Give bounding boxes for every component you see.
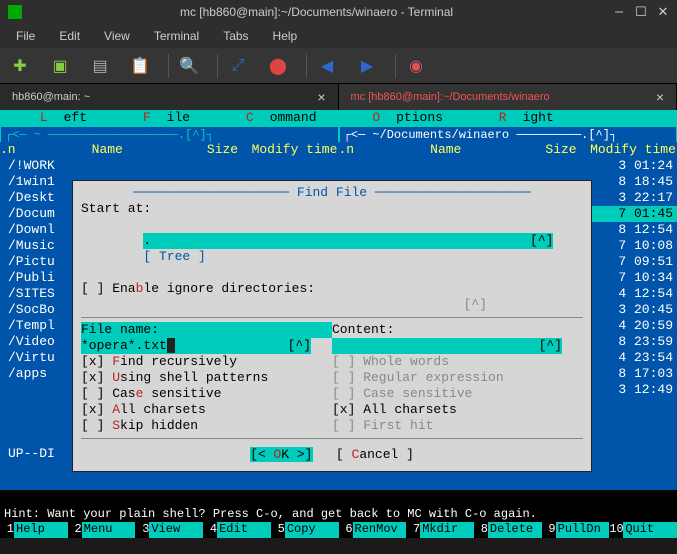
filename-label: File name: xyxy=(81,322,332,338)
cancel-button[interactable]: [ Cancel ] xyxy=(336,447,414,462)
content-label: Content: xyxy=(332,322,583,338)
tree-button[interactable]: [ Tree ] xyxy=(143,249,205,264)
mc-menu-left[interactable]: Left xyxy=(0,110,103,126)
opt-regex[interactable]: [ ] Regular expression xyxy=(332,370,583,386)
menu-edit[interactable]: Edit xyxy=(47,29,92,43)
fkey-renmov[interactable]: 6RenMov xyxy=(339,522,407,538)
toolbar: ✚ ▣ ▤ 📋 🔍 ⤢ ⬤ ◀ ▶ ◉ xyxy=(0,48,677,84)
mc-menu-options[interactable]: Options xyxy=(333,110,459,126)
mc-menubar: Left File Command Options Right xyxy=(0,110,677,126)
mc-left-path: ┌<─ ~ ──────────────────.[^]┐ xyxy=(0,126,339,142)
copy-icon[interactable]: ▤ xyxy=(88,54,112,78)
fkey-menu[interactable]: 2Menu xyxy=(68,522,136,538)
fkey-view[interactable]: 3View xyxy=(135,522,203,538)
fkey-copy[interactable]: 5Copy xyxy=(271,522,339,538)
terminal-icon xyxy=(8,5,22,19)
maximize-button[interactable]: ☐ xyxy=(635,6,647,18)
opt-skip-hidden[interactable]: [ ] Skip hidden xyxy=(81,418,332,434)
col-size[interactable]: Size xyxy=(195,142,251,158)
new-window-icon[interactable]: ▣ xyxy=(48,54,72,78)
fkey-pulldn[interactable]: 9PullDn xyxy=(542,522,610,538)
opt-case-sensitive2[interactable]: [ ] Case sensitive xyxy=(332,386,583,402)
find-file-dialog: ──────────────────── Find File ─────────… xyxy=(72,180,592,472)
fkey-delete[interactable]: 8Delete xyxy=(474,522,542,538)
mc-menu-command[interactable]: Command xyxy=(206,110,332,126)
mc-right-path: ┌<─ ~/Documents/winaero ─────────.[^]┐ xyxy=(339,126,677,142)
menu-tabs[interactable]: Tabs xyxy=(211,29,260,43)
mc-path-row: ┌<─ ~ ──────────────────.[^]┐ ┌<─ ~/Docu… xyxy=(0,126,677,142)
fkey-help[interactable]: 1Help xyxy=(0,522,68,538)
lock-icon[interactable]: ⬤ xyxy=(266,54,290,78)
help-icon[interactable]: ◉ xyxy=(404,54,428,78)
fkey-edit[interactable]: 4Edit xyxy=(203,522,271,538)
fkey-quit[interactable]: 10Quit xyxy=(609,522,677,538)
hint-line: Hint: Want your plain shell? Press C-o, … xyxy=(0,490,677,522)
mc-column-headers: .n Name Size Modify time .n Name Size Mo… xyxy=(0,142,677,158)
tab-label: mc [hb860@main]:~/Documents/winaero xyxy=(351,91,550,103)
col-time[interactable]: Modify time xyxy=(589,142,677,158)
col-flag: .n xyxy=(0,142,20,158)
tab-label: hb860@main: ~ xyxy=(12,91,90,103)
opt-all-charsets[interactable]: [x] All charsets xyxy=(81,402,332,418)
filename-input[interactable]: *opera*.txt [^] xyxy=(81,338,311,354)
content-input[interactable]: [^] xyxy=(332,338,562,354)
window-titlebar: mc [hb860@main]:~/Documents/winaero - Te… xyxy=(0,0,677,24)
dialog-title: ──────────────────── Find File ─────────… xyxy=(81,185,583,201)
list-item[interactable]: 3 01:24 xyxy=(339,158,677,174)
col-size[interactable]: Size xyxy=(533,142,589,158)
search-icon[interactable]: 🔍 xyxy=(177,54,201,78)
close-button[interactable]: ✕ xyxy=(657,6,669,18)
menu-file[interactable]: File xyxy=(4,29,47,43)
mc-panel: Left File Command Options Right ┌<─ ~ ──… xyxy=(0,110,677,490)
opt-whole-words[interactable]: [ ] Whole words xyxy=(332,354,583,370)
col-flag: .n xyxy=(339,142,359,158)
window-title: mc [hb860@main]:~/Documents/winaero - Te… xyxy=(30,5,603,19)
next-icon[interactable]: ▶ xyxy=(355,54,379,78)
tab-close-icon[interactable]: × xyxy=(656,89,664,105)
mc-menu-file[interactable]: File xyxy=(103,110,206,126)
col-name[interactable]: Name xyxy=(359,142,534,158)
tab-close-icon[interactable]: × xyxy=(317,89,325,105)
col-name[interactable]: Name xyxy=(20,142,195,158)
ok-button[interactable]: [< OK >] xyxy=(250,447,312,462)
terminal-tabs: hb860@main: ~ × mc [hb860@main]:~/Docume… xyxy=(0,84,677,110)
opt-first-hit[interactable]: [ ] First hit xyxy=(332,418,583,434)
new-tab-icon[interactable]: ✚ xyxy=(8,54,32,78)
enable-ignore-checkbox[interactable]: [ ] Enable ignore directories: xyxy=(81,281,583,297)
paste-icon[interactable]: 📋 xyxy=(128,54,152,78)
menu-help[interactable]: Help xyxy=(261,29,310,43)
tab-mc[interactable]: mc [hb860@main]:~/Documents/winaero × xyxy=(339,84,677,110)
app-menubar: File Edit View Terminal Tabs Help xyxy=(0,24,677,48)
ignore-dirs-input: [^] xyxy=(81,297,583,313)
opt-shell-patterns[interactable]: [x] Using shell patterns xyxy=(81,370,332,386)
function-key-bar: 1Help2Menu3View4Edit5Copy6RenMov7Mkdir8D… xyxy=(0,522,677,538)
mc-body: /!WORK/1win1/Deskt/Docum/Downl/Music/Pic… xyxy=(0,158,677,446)
col-time[interactable]: Modify time xyxy=(251,142,339,158)
opt-all-charsets2[interactable]: [x] All charsets xyxy=(332,402,583,418)
tab-shell[interactable]: hb860@main: ~ × xyxy=(0,84,339,110)
start-at-input[interactable]: .[^] xyxy=(143,233,553,249)
start-at-label: Start at: xyxy=(81,201,583,217)
menu-terminal[interactable]: Terminal xyxy=(142,29,211,43)
opt-case-sensitive[interactable]: [ ] Case sensitive xyxy=(81,386,332,402)
list-item[interactable]: /!WORK xyxy=(0,158,339,174)
prev-icon[interactable]: ◀ xyxy=(315,54,339,78)
opt-recursive[interactable]: [x] Find recursively xyxy=(81,354,332,370)
menu-view[interactable]: View xyxy=(92,29,142,43)
fkey-mkdir[interactable]: 7Mkdir xyxy=(406,522,474,538)
minimize-button[interactable]: ─ xyxy=(613,6,625,18)
fullscreen-icon[interactable]: ⤢ xyxy=(226,54,250,78)
mc-menu-right[interactable]: Right xyxy=(459,110,570,126)
